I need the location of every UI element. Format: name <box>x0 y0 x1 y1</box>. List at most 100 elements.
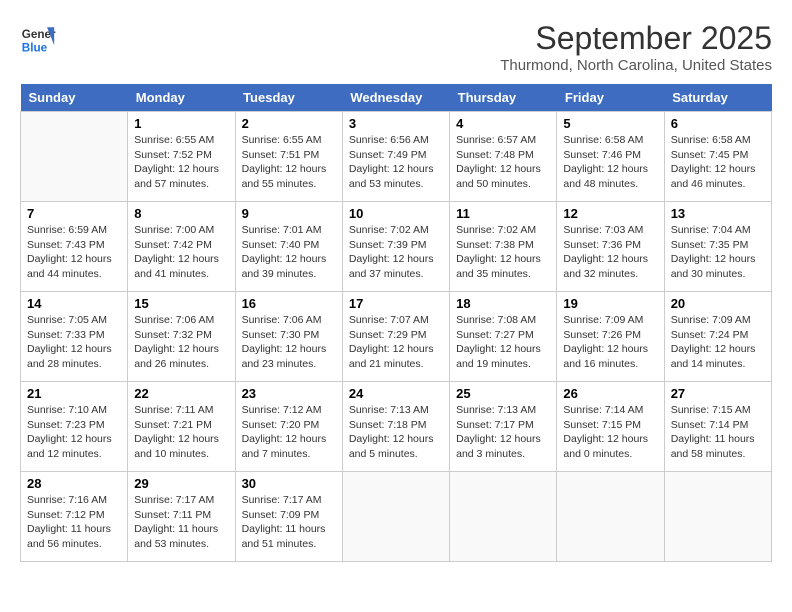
date-number: 24 <box>349 386 443 401</box>
weekday-header-row: SundayMondayTuesdayWednesdayThursdayFrid… <box>21 84 772 112</box>
cell-info: Sunrise: 7:01 AM Sunset: 7:40 PM Dayligh… <box>242 223 336 282</box>
calendar-cell <box>664 472 771 562</box>
calendar-cell: 26 Sunrise: 7:14 AM Sunset: 7:15 PM Dayli… <box>557 382 664 472</box>
cell-info: Sunrise: 7:11 AM Sunset: 7:21 PM Dayligh… <box>134 403 228 462</box>
cell-info: Sunrise: 7:03 AM Sunset: 7:36 PM Dayligh… <box>563 223 657 282</box>
date-number: 11 <box>456 206 550 221</box>
date-number: 5 <box>563 116 657 131</box>
date-number: 12 <box>563 206 657 221</box>
logo: General Blue <box>20 20 56 56</box>
calendar-cell: 4 Sunrise: 6:57 AM Sunset: 7:48 PM Daylig… <box>450 112 557 202</box>
week-row-3: 14 Sunrise: 7:05 AM Sunset: 7:33 PM Dayli… <box>21 292 772 382</box>
date-number: 14 <box>27 296 121 311</box>
weekday-header-saturday: Saturday <box>664 84 771 112</box>
calendar-cell: 23 Sunrise: 7:12 AM Sunset: 7:20 PM Dayli… <box>235 382 342 472</box>
cell-info: Sunrise: 6:58 AM Sunset: 7:46 PM Dayligh… <box>563 133 657 192</box>
date-number: 16 <box>242 296 336 311</box>
date-number: 3 <box>349 116 443 131</box>
calendar-cell: 2 Sunrise: 6:55 AM Sunset: 7:51 PM Daylig… <box>235 112 342 202</box>
cell-info: Sunrise: 7:10 AM Sunset: 7:23 PM Dayligh… <box>27 403 121 462</box>
cell-info: Sunrise: 6:55 AM Sunset: 7:51 PM Dayligh… <box>242 133 336 192</box>
cell-info: Sunrise: 7:02 AM Sunset: 7:39 PM Dayligh… <box>349 223 443 282</box>
date-number: 4 <box>456 116 550 131</box>
location-title: Thurmond, North Carolina, United States <box>500 57 772 74</box>
calendar-cell: 7 Sunrise: 6:59 AM Sunset: 7:43 PM Daylig… <box>21 202 128 292</box>
calendar-cell: 28 Sunrise: 7:16 AM Sunset: 7:12 PM Dayli… <box>21 472 128 562</box>
page-header: General Blue September 2025 Thurmond, No… <box>20 20 772 74</box>
calendar-cell: 13 Sunrise: 7:04 AM Sunset: 7:35 PM Dayli… <box>664 202 771 292</box>
date-number: 6 <box>671 116 765 131</box>
calendar-cell: 8 Sunrise: 7:00 AM Sunset: 7:42 PM Daylig… <box>128 202 235 292</box>
calendar-cell: 12 Sunrise: 7:03 AM Sunset: 7:36 PM Dayli… <box>557 202 664 292</box>
date-number: 15 <box>134 296 228 311</box>
cell-info: Sunrise: 7:05 AM Sunset: 7:33 PM Dayligh… <box>27 313 121 372</box>
weekday-header-tuesday: Tuesday <box>235 84 342 112</box>
date-number: 17 <box>349 296 443 311</box>
calendar-cell: 5 Sunrise: 6:58 AM Sunset: 7:46 PM Daylig… <box>557 112 664 202</box>
cell-info: Sunrise: 7:09 AM Sunset: 7:24 PM Dayligh… <box>671 313 765 372</box>
weekday-header-sunday: Sunday <box>21 84 128 112</box>
weekday-header-friday: Friday <box>557 84 664 112</box>
date-number: 9 <box>242 206 336 221</box>
cell-info: Sunrise: 6:57 AM Sunset: 7:48 PM Dayligh… <box>456 133 550 192</box>
cell-info: Sunrise: 7:17 AM Sunset: 7:09 PM Dayligh… <box>242 493 336 552</box>
cell-info: Sunrise: 7:04 AM Sunset: 7:35 PM Dayligh… <box>671 223 765 282</box>
title-area: September 2025 Thurmond, North Carolina,… <box>500 20 772 74</box>
calendar-cell: 17 Sunrise: 7:07 AM Sunset: 7:29 PM Dayli… <box>342 292 449 382</box>
cell-info: Sunrise: 7:00 AM Sunset: 7:42 PM Dayligh… <box>134 223 228 282</box>
date-number: 26 <box>563 386 657 401</box>
date-number: 1 <box>134 116 228 131</box>
calendar-cell: 16 Sunrise: 7:06 AM Sunset: 7:30 PM Dayli… <box>235 292 342 382</box>
cell-info: Sunrise: 7:06 AM Sunset: 7:32 PM Dayligh… <box>134 313 228 372</box>
cell-info: Sunrise: 7:07 AM Sunset: 7:29 PM Dayligh… <box>349 313 443 372</box>
date-number: 28 <box>27 476 121 491</box>
date-number: 7 <box>27 206 121 221</box>
cell-info: Sunrise: 7:09 AM Sunset: 7:26 PM Dayligh… <box>563 313 657 372</box>
cell-info: Sunrise: 7:14 AM Sunset: 7:15 PM Dayligh… <box>563 403 657 462</box>
calendar-cell: 1 Sunrise: 6:55 AM Sunset: 7:52 PM Daylig… <box>128 112 235 202</box>
calendar-table: SundayMondayTuesdayWednesdayThursdayFrid… <box>20 84 772 562</box>
calendar-cell: 6 Sunrise: 6:58 AM Sunset: 7:45 PM Daylig… <box>664 112 771 202</box>
week-row-5: 28 Sunrise: 7:16 AM Sunset: 7:12 PM Dayli… <box>21 472 772 562</box>
date-number: 29 <box>134 476 228 491</box>
cell-info: Sunrise: 7:15 AM Sunset: 7:14 PM Dayligh… <box>671 403 765 462</box>
cell-info: Sunrise: 6:59 AM Sunset: 7:43 PM Dayligh… <box>27 223 121 282</box>
date-number: 8 <box>134 206 228 221</box>
date-number: 13 <box>671 206 765 221</box>
date-number: 10 <box>349 206 443 221</box>
cell-info: Sunrise: 7:06 AM Sunset: 7:30 PM Dayligh… <box>242 313 336 372</box>
svg-text:Blue: Blue <box>22 42 48 55</box>
calendar-cell <box>21 112 128 202</box>
calendar-cell: 29Sunrise: 7:17 AM Sunset: 7:11 PM Dayli… <box>128 472 235 562</box>
week-row-4: 21Sunrise: 7:10 AM Sunset: 7:23 PM Dayli… <box>21 382 772 472</box>
calendar-cell <box>450 472 557 562</box>
date-number: 22 <box>134 386 228 401</box>
calendar-cell <box>342 472 449 562</box>
cell-info: Sunrise: 6:55 AM Sunset: 7:52 PM Dayligh… <box>134 133 228 192</box>
date-number: 2 <box>242 116 336 131</box>
date-number: 20 <box>671 296 765 311</box>
calendar-cell: 15 Sunrise: 7:06 AM Sunset: 7:32 PM Dayli… <box>128 292 235 382</box>
logo-icon: General Blue <box>20 20 56 56</box>
month-title: September 2025 <box>500 20 772 57</box>
week-row-2: 7 Sunrise: 6:59 AM Sunset: 7:43 PM Daylig… <box>21 202 772 292</box>
cell-info: Sunrise: 6:56 AM Sunset: 7:49 PM Dayligh… <box>349 133 443 192</box>
calendar-cell: 9 Sunrise: 7:01 AM Sunset: 7:40 PM Daylig… <box>235 202 342 292</box>
calendar-cell: 20 Sunrise: 7:09 AM Sunset: 7:24 PM Dayli… <box>664 292 771 382</box>
week-row-1: 1 Sunrise: 6:55 AM Sunset: 7:52 PM Daylig… <box>21 112 772 202</box>
cell-info: Sunrise: 7:12 AM Sunset: 7:20 PM Dayligh… <box>242 403 336 462</box>
calendar-cell: 19Sunrise: 7:09 AM Sunset: 7:26 PM Dayli… <box>557 292 664 382</box>
date-number: 23 <box>242 386 336 401</box>
calendar-cell: 18 Sunrise: 7:08 AM Sunset: 7:27 PM Dayli… <box>450 292 557 382</box>
weekday-header-wednesday: Wednesday <box>342 84 449 112</box>
calendar-cell: 22 Sunrise: 7:11 AM Sunset: 7:21 PM Dayli… <box>128 382 235 472</box>
cell-info: Sunrise: 7:16 AM Sunset: 7:12 PM Dayligh… <box>27 493 121 552</box>
cell-info: Sunrise: 6:58 AM Sunset: 7:45 PM Dayligh… <box>671 133 765 192</box>
cell-info: Sunrise: 7:13 AM Sunset: 7:18 PM Dayligh… <box>349 403 443 462</box>
cell-info: Sunrise: 7:13 AM Sunset: 7:17 PM Dayligh… <box>456 403 550 462</box>
cell-info: Sunrise: 7:08 AM Sunset: 7:27 PM Dayligh… <box>456 313 550 372</box>
calendar-cell: 25Sunrise: 7:13 AM Sunset: 7:17 PM Dayli… <box>450 382 557 472</box>
weekday-header-monday: Monday <box>128 84 235 112</box>
date-number: 18 <box>456 296 550 311</box>
calendar-cell: 14 Sunrise: 7:05 AM Sunset: 7:33 PM Dayli… <box>21 292 128 382</box>
